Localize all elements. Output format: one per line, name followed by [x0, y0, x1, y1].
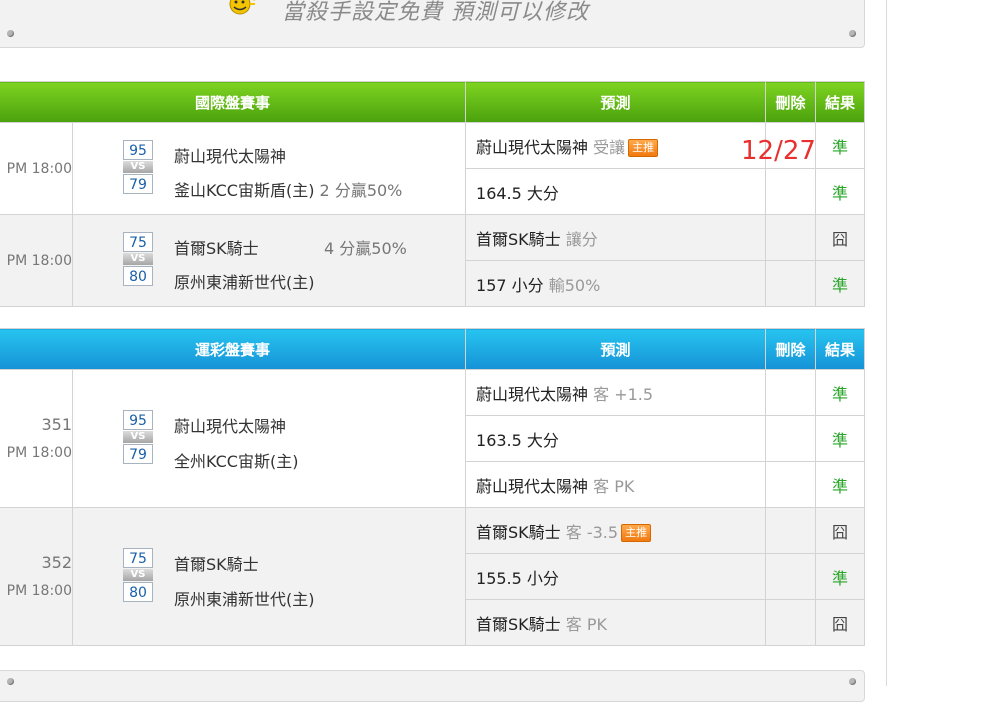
- team-name[interactable]: 釜山KCC宙斯盾(主) 2 分贏50%: [174, 177, 402, 201]
- team-name[interactable]: 首爾SK騎士: [174, 551, 259, 575]
- away-score: 80: [123, 582, 153, 602]
- lottery-games-table: 運彩盤賽事 預測 刪除 結果 351 PM 18:00 95 VS 79 蔚山現…: [0, 328, 866, 646]
- team-name[interactable]: 原州東浦新世代(主): [174, 269, 315, 293]
- match-cell: 95 VS 79 蔚山現代太陽神 釜山KCC宙斯盾(主) 2 分贏50%: [71, 122, 467, 215]
- home-score: 95: [123, 410, 153, 430]
- bottom-panel: [0, 670, 865, 702]
- prediction-cell: 首爾SK騎士 客 PK: [465, 599, 767, 646]
- result-cell: 準: [815, 461, 866, 508]
- prediction-cell: 蔚山現代太陽神 受讓 主推: [465, 122, 767, 169]
- delete-cell[interactable]: [765, 168, 817, 215]
- away-score: 79: [123, 444, 153, 464]
- score-box: 95 VS 79: [123, 140, 153, 194]
- delete-cell[interactable]: [765, 369, 817, 416]
- prediction-cell: 蔚山現代太陽神 客 +1.5: [465, 369, 767, 416]
- table-row: PM 18:00 75 VS 80 首爾SK騎士 4 分贏50% 原州東浦新世代(…: [0, 214, 866, 307]
- header-result: 結果: [815, 328, 866, 370]
- team-name[interactable]: 蔚山現代太陽神: [174, 143, 286, 167]
- result-cell: 準: [815, 553, 866, 600]
- vs-label: VS: [123, 161, 153, 173]
- game-number: 351: [41, 414, 72, 434]
- result-cell: 囧: [815, 599, 866, 646]
- vs-label: VS: [123, 253, 153, 265]
- screw-icon: [7, 30, 14, 37]
- team-name[interactable]: 首爾SK騎士 4 分贏50%: [174, 235, 407, 259]
- screw-icon: [849, 30, 856, 37]
- featured-badge: 主推: [628, 138, 659, 157]
- delete-cell[interactable]: [765, 599, 817, 646]
- game-number: 352: [41, 552, 72, 572]
- vs-label: VS: [123, 569, 153, 581]
- home-score: 95: [123, 140, 153, 160]
- table-header: 國際盤賽事 預測 刪除 結果: [0, 81, 866, 123]
- date-label: 12/27: [741, 136, 816, 166]
- game-time: 351 PM 18:00: [0, 369, 73, 508]
- delete-cell[interactable]: [765, 553, 817, 600]
- result-cell: 囧: [815, 214, 866, 261]
- score-box: 75 VS 80: [123, 548, 153, 602]
- match-cell: 95 VS 79 蔚山現代太陽神 全州KCC宙斯(主): [71, 369, 467, 508]
- notice-text: 當殺手設定免費 預測可以修改: [282, 0, 589, 25]
- screw-icon: [849, 678, 856, 685]
- score-box: 95 VS 79: [123, 410, 153, 464]
- header-delete: 刪除: [765, 328, 817, 370]
- home-score: 75: [123, 232, 153, 252]
- match-cell: 75 VS 80 首爾SK騎士 4 分贏50% 原州東浦新世代(主): [71, 214, 467, 307]
- result-cell: 準: [815, 260, 866, 307]
- delete-cell[interactable]: [765, 214, 817, 261]
- handicap-note: 4 分贏50%: [324, 239, 407, 258]
- team-name[interactable]: 全州KCC宙斯(主): [174, 448, 298, 472]
- header-pred: 預測: [465, 328, 767, 370]
- table-row: PM 18:00 95 VS 79 蔚山現代太陽神 釜山KCC宙斯盾(主) 2 …: [0, 122, 866, 215]
- result-cell: 準: [815, 122, 866, 169]
- delete-cell[interactable]: [765, 415, 817, 462]
- page-right-border: [886, 0, 887, 686]
- match-cell: 75 VS 80 首爾SK騎士 原州東浦新世代(主): [71, 507, 467, 646]
- prediction-cell: 155.5 小分: [465, 553, 767, 600]
- section-title: 運彩盤賽事: [0, 328, 467, 370]
- away-score: 80: [123, 266, 153, 286]
- game-time: PM 18:00: [0, 214, 73, 307]
- table-row: 352 PM 18:00 75 VS 80 首爾SK騎士 原州東浦新世代(主) …: [0, 507, 866, 646]
- team-name[interactable]: 原州東浦新世代(主): [174, 586, 315, 610]
- delete-cell[interactable]: [765, 461, 817, 508]
- prediction-cell: 首爾SK騎士 客 -3.5 主推: [465, 507, 767, 554]
- table-row: 351 PM 18:00 95 VS 79 蔚山現代太陽神 全州KCC宙斯(主)…: [0, 369, 866, 508]
- prediction-cell: 157 小分 輸50%: [465, 260, 767, 307]
- handicap-note: 2 分贏50%: [319, 181, 403, 200]
- header-result: 結果: [815, 81, 866, 123]
- prediction-cell: 蔚山現代太陽神 客 PK: [465, 461, 767, 508]
- featured-badge: 主推: [621, 523, 652, 542]
- prediction-cell: 163.5 大分: [465, 415, 767, 462]
- result-cell: 囧: [815, 507, 866, 554]
- section-title: 國際盤賽事: [0, 81, 467, 123]
- away-score: 79: [123, 174, 153, 194]
- prediction-cell: 164.5 大分: [465, 168, 767, 215]
- team-name[interactable]: 蔚山現代太陽神: [174, 413, 286, 437]
- international-games-table: 國際盤賽事 預測 刪除 結果 PM 18:00 95 VS 79 蔚山現代太陽神…: [0, 81, 866, 307]
- result-cell: 準: [815, 369, 866, 416]
- game-time: PM 18:00: [0, 122, 73, 215]
- header-pred: 預測: [465, 81, 767, 123]
- game-time: 352 PM 18:00: [0, 507, 73, 646]
- result-cell: 準: [815, 415, 866, 462]
- prediction-cell: 首爾SK騎士 讓分: [465, 214, 767, 261]
- screw-icon: [7, 678, 14, 685]
- coin-smiley-icon: [229, 0, 255, 15]
- result-cell: 準: [815, 168, 866, 215]
- home-score: 75: [123, 548, 153, 568]
- table-header: 運彩盤賽事 預測 刪除 結果: [0, 328, 866, 370]
- header-delete: 刪除: [765, 81, 817, 123]
- delete-cell[interactable]: [765, 507, 817, 554]
- score-box: 75 VS 80: [123, 232, 153, 286]
- vs-label: VS: [123, 431, 153, 443]
- delete-cell[interactable]: [765, 260, 817, 307]
